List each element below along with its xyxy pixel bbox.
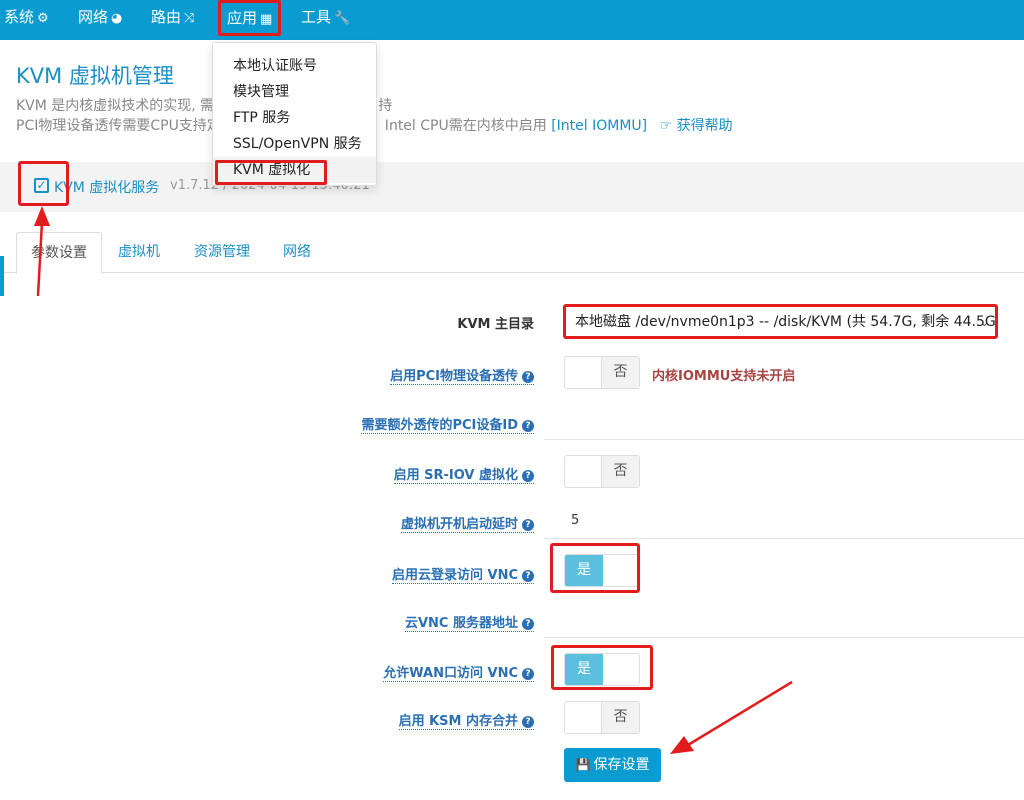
- arrow-diagonal-line: [687, 680, 793, 747]
- annotation-arrows: [34, 206, 793, 754]
- arrow-up-head: [34, 206, 50, 226]
- arrow-up-line: [36, 221, 44, 297]
